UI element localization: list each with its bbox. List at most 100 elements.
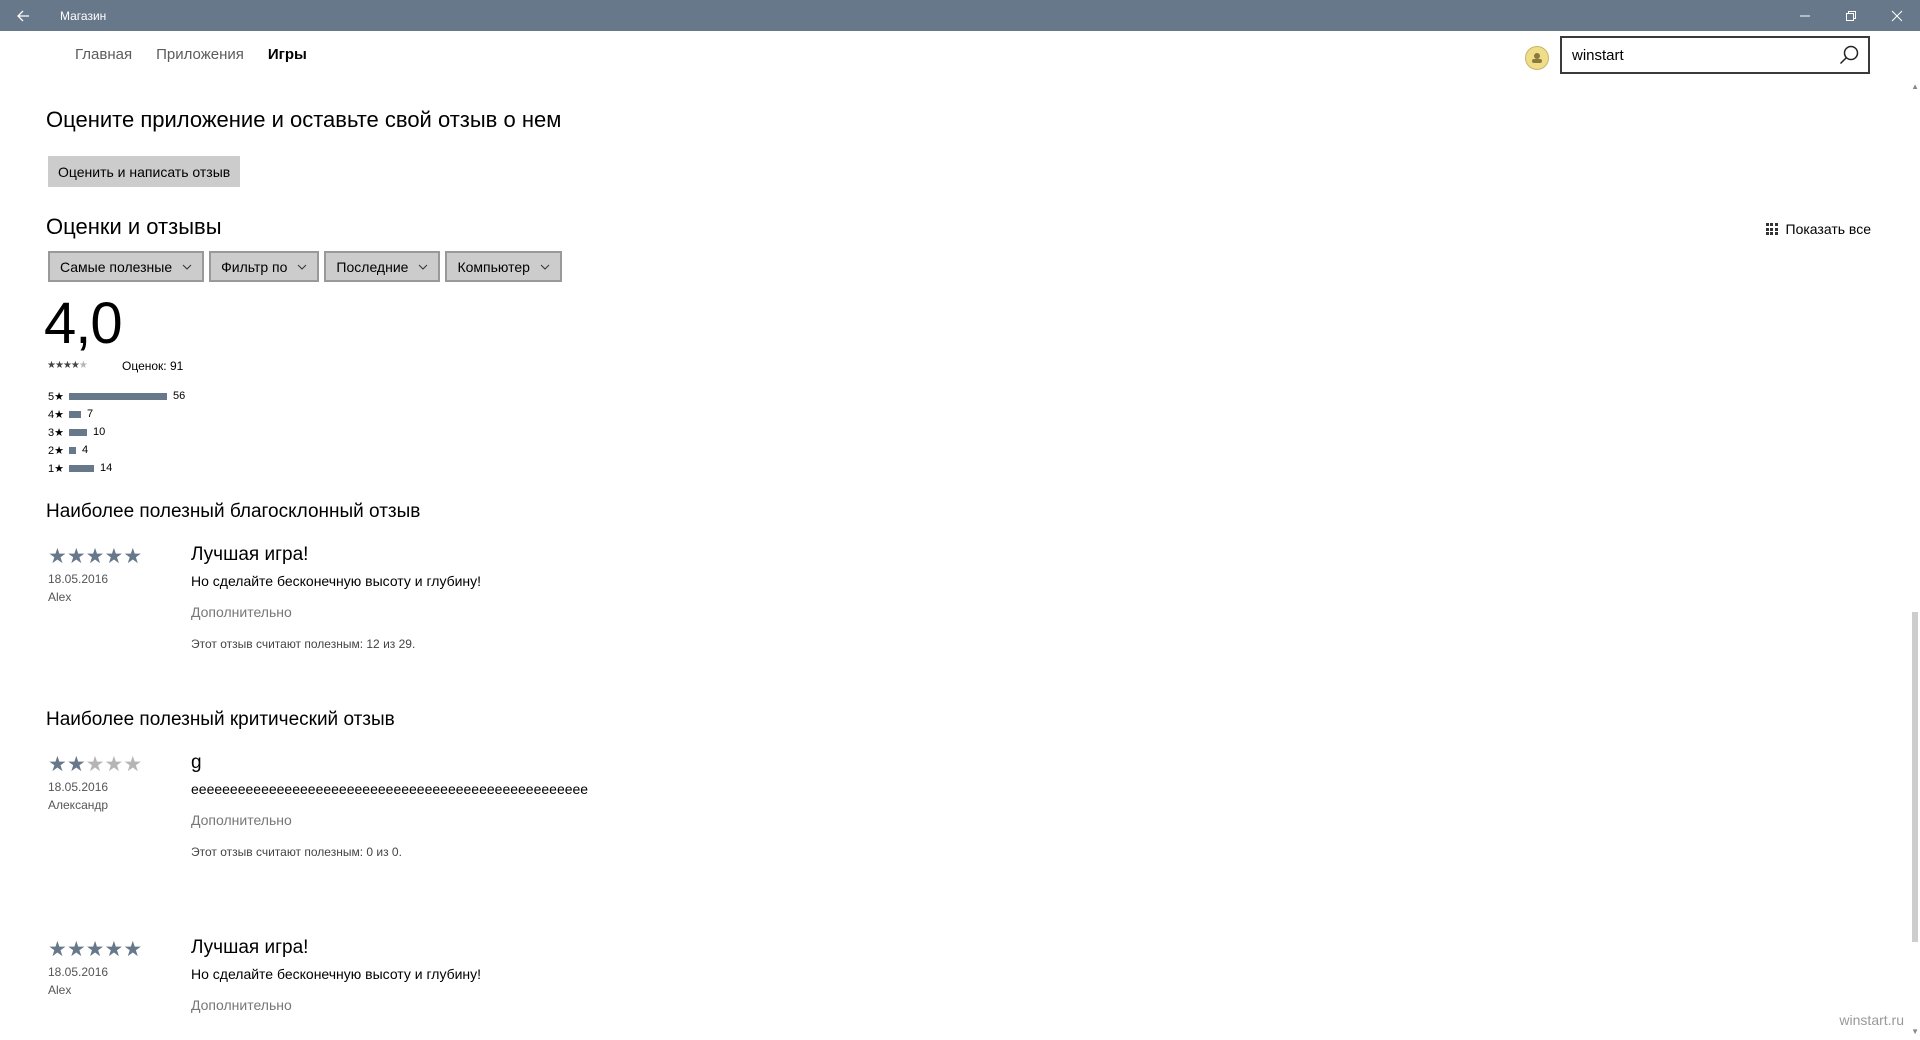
average-stars: ★★★★★: [47, 360, 88, 371]
average-rating: 4,0: [44, 291, 123, 356]
back-arrow-icon[interactable]: [0, 0, 46, 31]
review-stars: ★★★★★: [48, 752, 142, 777]
scroll-thumb[interactable]: [1912, 612, 1918, 942]
review-more-link[interactable]: Дополнительно: [191, 997, 292, 1013]
histogram-row: 1★ 14: [48, 459, 185, 477]
search-box[interactable]: [1560, 36, 1870, 74]
minimize-icon[interactable]: [1782, 0, 1828, 31]
histogram-label: 4★: [48, 408, 64, 421]
title-bar: Магазин: [0, 0, 1920, 31]
main-nav: Главная Приложения Игры: [75, 46, 307, 63]
avatar[interactable]: [1525, 46, 1549, 70]
restore-icon[interactable]: [1828, 0, 1874, 31]
star-icon: ★: [85, 938, 105, 961]
review-text: Но сделайте бесконечную высоту и глубину…: [191, 966, 482, 982]
star-icon: ★: [66, 938, 86, 961]
review-stars: ★★★★★: [48, 937, 142, 962]
star-icon: ★: [48, 545, 67, 568]
scroll-up-icon[interactable]: ▲: [1911, 82, 1919, 91]
star-icon: ★: [48, 938, 67, 961]
review-author: Alex: [48, 983, 72, 997]
chevron-down-icon: [540, 264, 550, 270]
chevron-down-icon: [182, 264, 192, 270]
window-title: Магазин: [60, 8, 107, 23]
star-icon: ★: [66, 753, 86, 776]
histogram-count: 10: [93, 426, 106, 438]
histogram-row: 2★ 4: [48, 441, 185, 459]
window-controls: [1782, 0, 1920, 31]
histogram-row: 4★ 7: [48, 405, 185, 423]
star-icon: ★: [85, 545, 105, 568]
histogram-row: 5★ 56: [48, 387, 185, 405]
search-icon[interactable]: [1838, 44, 1860, 66]
filter-recent-label: Последние: [336, 258, 409, 275]
review-date: 18.05.2016: [48, 780, 109, 794]
histogram-bar: [69, 428, 87, 436]
histogram-count: 4: [82, 444, 89, 456]
star-icon: ★: [47, 360, 56, 371]
show-all-label: Показать все: [1785, 221, 1871, 237]
show-all-link[interactable]: Показать все: [1765, 221, 1871, 237]
filter-by[interactable]: Фильтр по: [209, 251, 320, 282]
avatar-icon: [1532, 53, 1542, 63]
histogram-bar: [69, 464, 94, 472]
review-date: 18.05.2016: [48, 965, 109, 979]
star-icon: ★: [66, 545, 86, 568]
scroll-down-icon[interactable]: ▼: [1911, 1027, 1919, 1036]
review-text: Но сделайте бесконечную высоту и глубину…: [191, 573, 482, 589]
filter-device[interactable]: Компьютер: [445, 251, 562, 282]
star-icon: ★: [104, 753, 124, 776]
positive-review-heading: Наиболее полезный благосклонный отзыв: [46, 501, 421, 522]
reviews-heading: Оценки и отзывы: [46, 214, 222, 239]
review-stars: ★★★★★: [48, 544, 142, 569]
histogram-label: 5★: [48, 390, 64, 403]
review-more-link[interactable]: Дополнительно: [191, 604, 292, 620]
star-icon: ★: [54, 360, 64, 371]
review-title: Лучшая игра!: [191, 937, 309, 958]
chevron-down-icon: [298, 264, 307, 270]
star-icon: ★: [104, 938, 124, 961]
star-icon: ★: [48, 753, 67, 776]
watermark: winstart.ru: [1839, 1012, 1904, 1028]
review-title: Лучшая игра!: [191, 544, 309, 565]
histogram-label: 2★: [48, 444, 64, 457]
critical-review-heading: Наиболее полезный критический отзыв: [46, 709, 395, 730]
star-icon: ★: [62, 360, 72, 371]
review-author: Alex: [48, 590, 72, 604]
histogram-bar: [69, 392, 167, 400]
filter-sort[interactable]: Самые полезные: [48, 251, 205, 282]
star-icon: ★: [85, 753, 105, 776]
nav-item-games[interactable]: Игры: [268, 46, 307, 63]
grid-icon: [1765, 223, 1778, 235]
star-icon: ★: [104, 545, 124, 568]
filter-sort-label: Самые полезные: [60, 258, 173, 275]
rating-histogram: 5★ 56 4★ 7 3★ 10 2★ 4 1★ 14: [48, 387, 185, 477]
nav-item-home[interactable]: Главная: [75, 46, 132, 63]
close-icon[interactable]: [1874, 0, 1920, 31]
review-author: Александр: [48, 798, 109, 812]
histogram-bar: [69, 446, 76, 454]
histogram-row: 3★ 10: [48, 423, 185, 441]
review-filters: Самые полезные Фильтр по Последние Компь…: [48, 251, 562, 282]
filter-by-label: Фильтр по: [221, 258, 288, 275]
review-title: g: [191, 752, 202, 773]
histogram-count: 14: [100, 462, 113, 474]
review-helpful: Этот отзыв считают полезным: 12 из 29.: [191, 637, 416, 651]
histogram-count: 56: [173, 390, 186, 402]
nav-item-apps[interactable]: Приложения: [156, 46, 244, 63]
histogram-count: 7: [87, 408, 94, 420]
star-icon: ★: [78, 360, 88, 371]
star-icon: ★: [70, 360, 80, 371]
scrollbar[interactable]: ▲ ▼: [1910, 82, 1920, 1040]
filter-recent[interactable]: Последние: [324, 251, 441, 282]
review-helpful: Этот отзыв считают полезным: 0 из 0.: [191, 845, 402, 859]
histogram-label: 1★: [48, 462, 64, 475]
star-icon: ★: [123, 545, 143, 568]
review-date: 18.05.2016: [48, 572, 109, 586]
histogram-bar: [69, 410, 81, 418]
review-more-link[interactable]: Дополнительно: [191, 812, 292, 828]
histogram-label: 3★: [48, 426, 64, 439]
rating-count: Оценок: 91: [122, 359, 184, 373]
search-input[interactable]: [1562, 45, 1836, 65]
rate-and-review-button[interactable]: Оценить и написать отзыв: [48, 156, 241, 187]
